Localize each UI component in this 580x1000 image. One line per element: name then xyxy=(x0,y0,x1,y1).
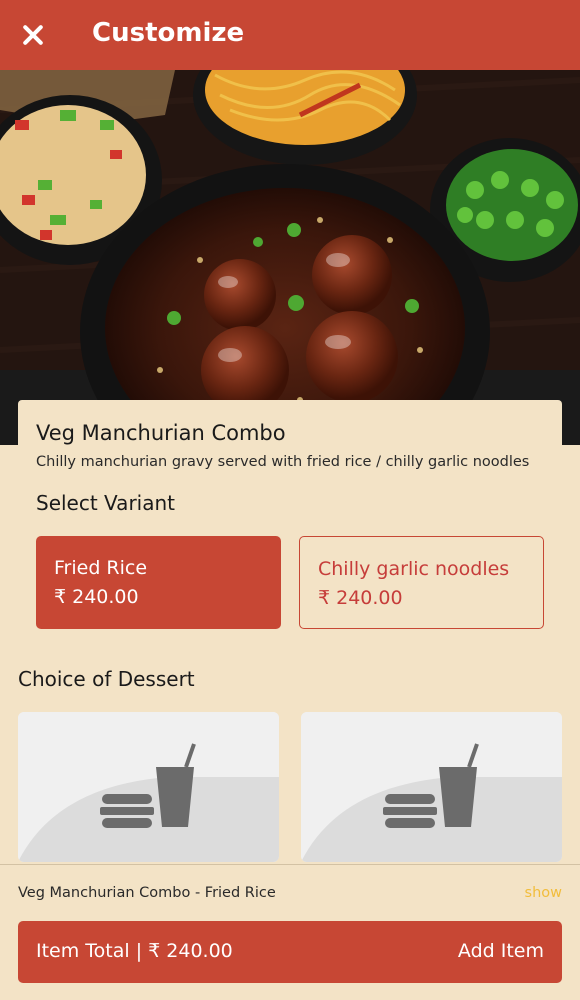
add-item-button[interactable]: Item Total | ₹ 240.00 Add Item xyxy=(18,921,562,983)
variant-name: Fried Rice xyxy=(54,557,148,579)
show-details-link[interactable]: show xyxy=(525,885,562,901)
food-placeholder-icon xyxy=(18,712,279,862)
selection-summary: Veg Manchurian Combo - Fried Rice xyxy=(18,885,276,901)
page-title: Customize xyxy=(92,18,245,48)
variant-name: Chilly garlic noodles xyxy=(318,558,510,580)
dessert-option-card[interactable] xyxy=(301,712,562,862)
variant-price: ₹ 240.00 xyxy=(318,587,403,609)
close-icon[interactable] xyxy=(20,22,46,48)
item-name: Veg Manchurian Combo xyxy=(36,421,286,445)
dessert-heading: Choice of Dessert xyxy=(18,667,195,691)
variant-option-chilly-garlic-noodles[interactable]: Chilly garlic noodles ₹ 240.00 xyxy=(299,536,544,629)
dish-photo xyxy=(0,70,580,445)
food-placeholder-icon xyxy=(301,712,562,862)
select-variant-heading: Select Variant xyxy=(36,491,175,515)
top-app-bar: Customize xyxy=(0,0,580,70)
item-total: Item Total | ₹ 240.00 xyxy=(36,940,233,962)
dessert-option-card[interactable] xyxy=(18,712,279,862)
add-item-label: Add Item xyxy=(457,940,544,962)
variant-price: ₹ 240.00 xyxy=(54,586,139,608)
item-description: Chilly manchurian gravy served with frie… xyxy=(36,454,530,470)
variant-option-fried-rice[interactable]: Fried Rice ₹ 240.00 xyxy=(36,536,281,629)
